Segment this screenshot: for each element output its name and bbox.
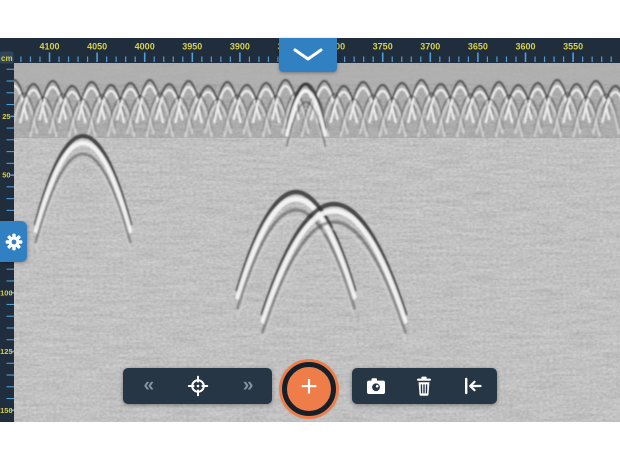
collapse-left-button[interactable] <box>449 368 497 404</box>
screenshot-button[interactable] <box>352 368 400 404</box>
trash-icon <box>414 376 434 396</box>
svg-text:150: 150 <box>0 406 13 415</box>
svg-text:125: 125 <box>0 347 13 356</box>
svg-text:3600: 3600 <box>515 42 535 52</box>
svg-text:4000: 4000 <box>135 42 155 52</box>
svg-text:50: 50 <box>2 171 10 180</box>
collapse-left-icon <box>463 376 483 396</box>
double-chevron-right-icon: » <box>243 376 252 395</box>
settings-button[interactable] <box>0 221 27 262</box>
svg-text:3900: 3900 <box>230 42 250 52</box>
next-target-button[interactable]: » <box>222 368 272 404</box>
svg-text:3750: 3750 <box>373 42 393 52</box>
actions-toolbar <box>352 368 497 404</box>
gear-icon <box>3 231 25 253</box>
screenshot-canvas: 4100405040003950390038503800375037003650… <box>0 0 620 466</box>
delete-button[interactable] <box>400 368 448 404</box>
crosshair-target-icon <box>187 375 209 397</box>
collapse-panel-button[interactable] <box>279 38 337 72</box>
svg-text:3550: 3550 <box>563 42 583 52</box>
plus-icon: + <box>300 372 318 402</box>
camera-icon <box>366 377 386 396</box>
svg-text:3700: 3700 <box>420 42 440 52</box>
svg-text:4100: 4100 <box>39 42 59 52</box>
svg-text:100: 100 <box>0 288 13 297</box>
double-chevron-left-icon: « <box>144 376 153 395</box>
svg-text:4050: 4050 <box>87 42 107 52</box>
chevron-down-icon <box>279 42 337 72</box>
navigation-toolbar: « » <box>123 368 272 404</box>
add-marker-button[interactable]: + <box>282 362 336 416</box>
unit-label: cm <box>1 54 13 63</box>
svg-text:25: 25 <box>2 112 10 121</box>
svg-text:3950: 3950 <box>182 42 202 52</box>
locate-button[interactable] <box>173 368 223 404</box>
gpr-viewer-app: 4100405040003950390038503800375037003650… <box>0 0 620 466</box>
prev-target-button[interactable]: « <box>123 368 173 404</box>
svg-text:3650: 3650 <box>468 42 488 52</box>
